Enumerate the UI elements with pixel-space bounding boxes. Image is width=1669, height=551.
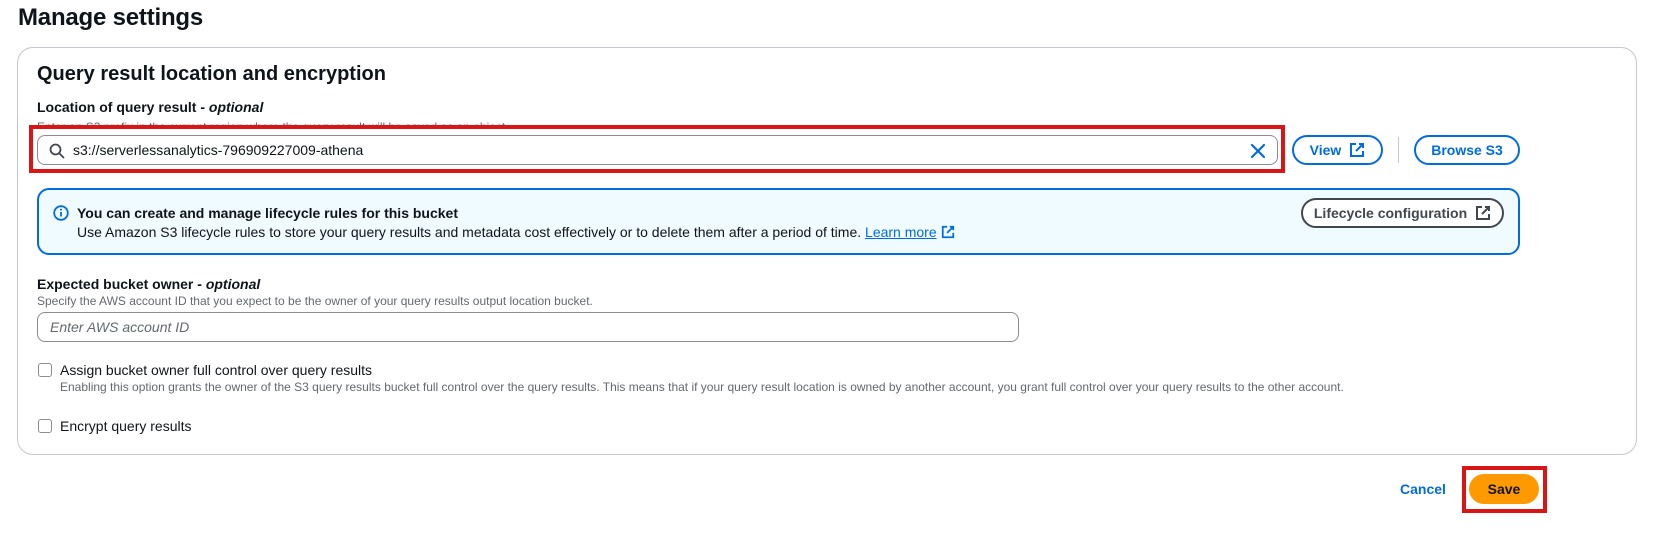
- encrypt-label: Encrypt query results: [60, 418, 192, 434]
- full-control-description: Enabling this option grants the owner of…: [60, 380, 1344, 394]
- location-label-text: Location of query result -: [37, 99, 209, 115]
- button-divider: [1398, 137, 1399, 163]
- external-link-icon: [1350, 143, 1365, 157]
- view-button[interactable]: View: [1292, 135, 1383, 165]
- encrypt-checkbox[interactable]: [38, 419, 52, 433]
- lifecycle-configuration-button[interactable]: Lifecycle configuration: [1301, 198, 1504, 228]
- browse-s3-button[interactable]: Browse S3: [1414, 135, 1520, 165]
- browse-s3-label: Browse S3: [1431, 142, 1503, 158]
- page-title: Manage settings: [18, 4, 204, 31]
- lifecycle-info-alert: You can create and manage lifecycle rule…: [37, 188, 1520, 255]
- aws-account-id-input[interactable]: [37, 312, 1019, 342]
- full-control-label: Assign bucket owner full control over qu…: [60, 362, 373, 378]
- save-button-highlight: [1462, 466, 1547, 513]
- location-input-highlight: [29, 125, 1285, 173]
- alert-body: Use Amazon S3 lifecycle rules to store y…: [77, 224, 955, 240]
- owner-label: Expected bucket owner - optional: [37, 276, 260, 292]
- learn-more-link[interactable]: Learn more: [865, 224, 937, 240]
- alert-title: You can create and manage lifecycle rule…: [77, 205, 458, 221]
- info-icon: [53, 205, 69, 221]
- owner-label-optional: optional: [205, 276, 261, 292]
- location-label-optional: optional: [208, 99, 264, 115]
- owner-description: Specify the AWS account ID that you expe…: [37, 294, 593, 308]
- external-link-icon[interactable]: [941, 225, 955, 239]
- full-control-checkbox[interactable]: [38, 363, 52, 377]
- external-link-icon: [1476, 206, 1491, 220]
- section-title: Query result location and encryption: [37, 63, 386, 85]
- settings-container: Query result location and encryption Loc…: [17, 47, 1637, 455]
- cancel-button[interactable]: Cancel: [1400, 481, 1446, 497]
- location-label: Location of query result - optional: [37, 99, 263, 115]
- owner-label-text: Expected bucket owner -: [37, 276, 206, 292]
- lifecycle-button-label: Lifecycle configuration: [1313, 205, 1468, 221]
- view-button-label: View: [1309, 142, 1342, 158]
- alert-body-text: Use Amazon S3 lifecycle rules to store y…: [77, 224, 862, 240]
